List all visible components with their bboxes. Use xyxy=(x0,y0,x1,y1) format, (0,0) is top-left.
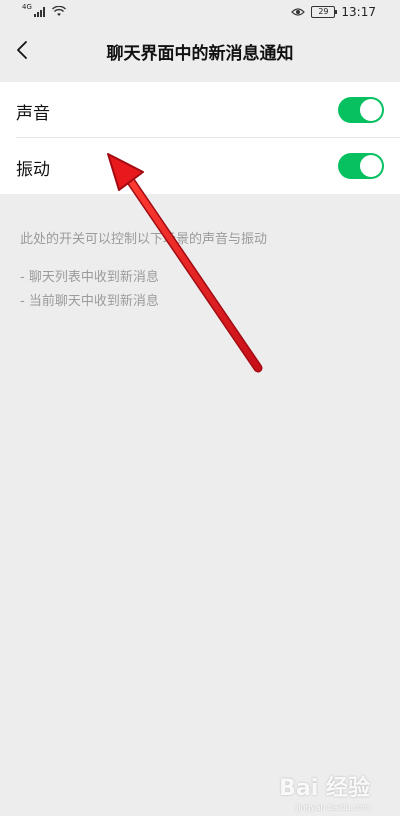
toggle-knob xyxy=(360,155,382,177)
status-left: 4G xyxy=(22,3,66,17)
wifi-icon xyxy=(51,6,66,16)
signal-icon xyxy=(33,7,45,17)
watermark-logo: Bai 经验 xyxy=(279,776,370,801)
page-title: 聊天界面中的新消息通知 xyxy=(106,44,294,64)
network-type-label: 4G xyxy=(22,3,32,11)
eye-icon xyxy=(291,8,306,16)
watermark-url: jingyan.baidu.com xyxy=(296,803,370,812)
vibration-toggle[interactable] xyxy=(338,153,384,179)
status-bar: 4G 29 13:17 xyxy=(0,0,400,26)
toggle-knob xyxy=(360,99,382,121)
setting-row-vibration[interactable]: 振动 xyxy=(0,138,400,194)
hint-item: - 当前聊天中收到新消息 xyxy=(20,294,159,309)
status-right: 29 13:17 xyxy=(291,5,376,19)
battery-level: 29 xyxy=(318,7,329,16)
settings-card: 声音 振动 xyxy=(0,82,400,194)
setting-label-vibration: 振动 xyxy=(16,160,50,180)
hint-item: - 聊天列表中收到新消息 xyxy=(20,270,159,285)
setting-label-sound: 声音 xyxy=(16,104,50,124)
battery-icon: 29 xyxy=(311,6,338,18)
hint-description: 此处的开关可以控制以下场景的声音与振动 xyxy=(20,232,268,247)
status-time: 13:17 xyxy=(341,5,376,19)
nav-bar: 聊天界面中的新消息通知 xyxy=(0,26,400,74)
sound-toggle[interactable] xyxy=(338,97,384,123)
hint-area: 此处的开关可以控制以下场景的声音与振动 - 聊天列表中收到新消息 - 当前聊天中… xyxy=(20,228,380,314)
setting-row-sound[interactable]: 声音 xyxy=(0,82,400,138)
